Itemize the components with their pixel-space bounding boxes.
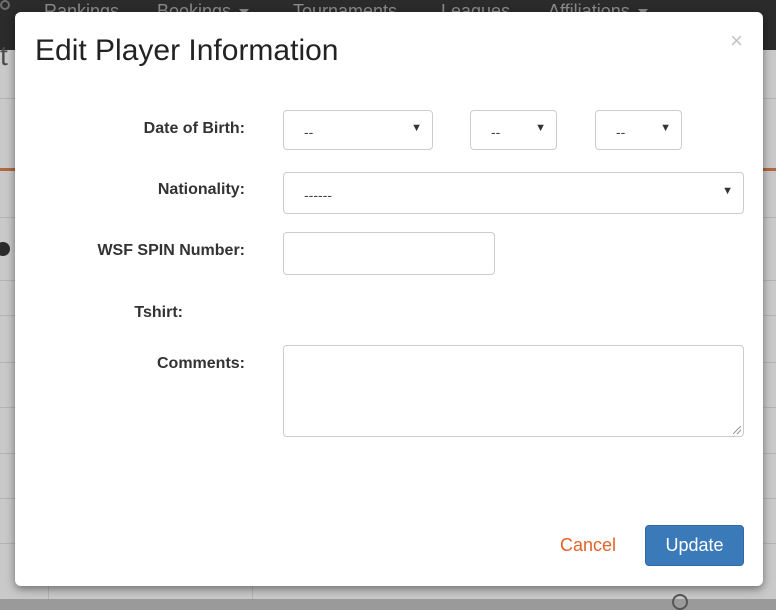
nationality-value: ------: [304, 187, 332, 203]
comments-textarea[interactable]: [283, 345, 744, 437]
dob-day-select[interactable]: -- ▼: [470, 110, 557, 150]
spin-number-input[interactable]: [283, 232, 495, 275]
nationality-label: Nationality:: [157, 181, 245, 198]
comments-label: Comments:: [156, 355, 245, 372]
search-icon: [0, 0, 10, 10]
dropdown-arrow-icon: ▼: [535, 122, 546, 134]
edit-player-modal: Edit Player Information × Date of Birth:…: [15, 12, 763, 586]
tshirt-label: Tshirt:: [134, 304, 183, 321]
circle-icon: [672, 594, 688, 610]
update-button[interactable]: Update: [645, 525, 744, 566]
dob-year-value: --: [616, 124, 626, 140]
dropdown-arrow-icon: ▼: [722, 185, 733, 197]
close-icon[interactable]: ×: [730, 30, 743, 52]
dob-month-select[interactable]: -- ▼: [283, 110, 433, 150]
background-page-title: t: [0, 40, 8, 71]
modal-title: Edit Player Information: [35, 34, 339, 67]
dob-label: Date of Birth:: [143, 120, 245, 137]
dob-year-select[interactable]: -- ▼: [595, 110, 682, 150]
spin-label: WSF SPIN Number:: [97, 242, 245, 259]
resize-handle-icon[interactable]: [733, 426, 741, 434]
cancel-button[interactable]: Cancel: [560, 535, 616, 556]
dob-month-value: --: [304, 124, 314, 140]
nationality-select[interactable]: ------ ▼: [283, 172, 744, 214]
dropdown-arrow-icon: ▼: [411, 122, 422, 134]
dropdown-arrow-icon: ▼: [660, 122, 671, 134]
status-dot-icon: [0, 242, 10, 256]
dob-day-value: --: [491, 124, 501, 140]
